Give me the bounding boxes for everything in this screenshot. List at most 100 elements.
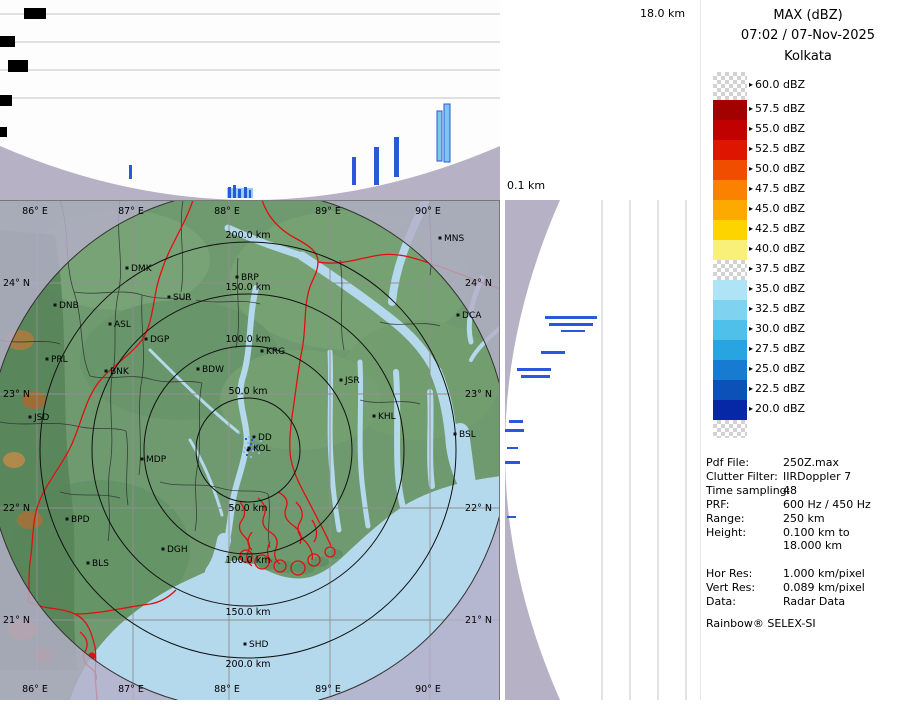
legend-label-60.0-dBZ: ▸60.0 dBZ [749,78,805,91]
height-axis-max-label: 18.0 km [640,7,685,20]
legend-arrow-icon: ▸ [749,204,753,213]
city-label-BSL: BSL [459,430,476,440]
range-ring-label: 150.0 km [226,607,271,618]
info-row-label: Range: [706,512,745,525]
longitude-label: 89° E [315,206,341,217]
legend-arrow-icon: ▸ [749,284,753,293]
legend-color-25.0-dBZ [713,360,747,380]
software-brand: Rainbow® SELEX-SI [706,617,816,630]
city-marker-BLS [87,562,90,565]
station-name: Kolkata [715,49,901,64]
city-marker-DNB [54,304,57,307]
product-title: MAX (dBZ) [715,8,901,23]
legend-arrow-icon: ▸ [749,364,753,373]
legend-arrow-icon: ▸ [749,404,753,413]
city-marker-ASL [109,323,112,326]
legend-color-22.5-dBZ [713,380,747,400]
legend-color-47.5-dBZ [713,180,747,200]
legend-arrow-icon: ▸ [749,144,753,153]
legend-arrow-icon: ▸ [749,324,753,333]
city-label-BNK: BNK [110,367,130,377]
city-marker-DGH [162,548,165,551]
info-row-label: Hor Res: [706,567,752,580]
legend-label-27.5-dBZ: ▸27.5 dBZ [749,342,805,355]
legend-color-32.5-dBZ [713,300,747,320]
city-marker-JSD [29,416,32,419]
legend-label-47.5-dBZ: ▸47.5 dBZ [749,182,805,195]
latitude-label: 21° N [3,615,30,626]
legend-label-20.0-dBZ: ▸20.0 dBZ [749,402,805,415]
city-marker-DGP [145,338,148,341]
legend-label-50.0-dBZ: ▸50.0 dBZ [749,162,805,175]
legend-color-30.0-dBZ [713,320,747,340]
city-marker-DMK [126,267,129,270]
info-row-label: PRF: [706,498,729,511]
legend-label-45.0-dBZ: ▸45.0 dBZ [749,202,805,215]
city-label-DGP: DGP [150,335,170,345]
info-row-value: IIRDoppler 7 [783,470,851,483]
legend-label-52.5-dBZ: ▸52.5 dBZ [749,142,805,155]
city-marker-BDW [197,368,200,371]
latitude-label: 21° N [465,615,492,626]
product-datetime: 07:02 / 07-Nov-2025 [715,28,901,43]
city-label-SHD: SHD [249,640,268,650]
latitude-label: 23° N [3,389,30,400]
map-canvas: DMKBRPSURDNBASLDGPKRGPRLBNKBDWJSRJSDKHLD… [0,200,500,700]
longitude-label: 86° E [22,684,48,695]
city-label-BDW: BDW [202,365,224,375]
legend-arrow-icon: ▸ [749,244,753,253]
city-marker-BSL [454,433,457,436]
legend-label-57.5-dBZ: ▸57.5 dBZ [749,102,805,115]
city-marker-KRG [261,350,264,353]
city-label-JSD: JSD [33,413,49,423]
legend-panel: MAX (dBZ) 07:02 / 07-Nov-2025 Kolkata ▸6… [700,0,906,700]
city-label-BLS: BLS [92,559,109,569]
side-profile-canvas [505,200,700,700]
range-ring-label: 100.0 km [226,555,271,566]
info-row-value: 0.100 km to [783,526,850,539]
legend-label-55.0-dBZ: ▸55.0 dBZ [749,122,805,135]
longitude-label: 90° E [415,206,441,217]
info-row-label: Time sampling: [706,484,790,497]
info-row-value: 48 [783,484,797,497]
legend-label-25.0-dBZ: ▸25.0 dBZ [749,362,805,375]
legend-label-35.0-dBZ: ▸35.0 dBZ [749,282,805,295]
info-row-value: 250 km [783,512,825,525]
city-marker-SUR [168,296,171,299]
city-marker-PRL [46,358,49,361]
legend-color-57.5-dBZ [713,100,747,120]
city-label-SUR: SUR [173,293,192,303]
legend-color-below-min [713,420,747,438]
info-row-value: 250Z.max [783,456,839,469]
info-row-label: Vert Res: [706,581,755,594]
longitude-label: 87° E [118,684,144,695]
city-label-MNS: MNS [444,234,464,244]
legend-arrow-icon: ▸ [749,304,753,313]
legend-arrow-icon: ▸ [749,224,753,233]
info-row-value: 0.089 km/pixel [783,581,865,594]
city-marker-SHD [244,643,247,646]
legend-label-30.0-dBZ: ▸30.0 dBZ [749,322,805,335]
legend-label-42.5-dBZ: ▸42.5 dBZ [749,222,805,235]
top-profile-canvas [0,0,500,200]
legend-color-60.0-dBZ [713,72,747,100]
info-row-value: 600 Hz / 450 Hz [783,498,871,511]
city-marker-JSR [340,379,343,382]
longitude-label: 88° E [214,684,240,695]
legend-color-27.5-dBZ [713,340,747,360]
info-row-value: Radar Data [783,595,845,608]
longitude-label: 89° E [315,684,341,695]
legend-color-52.5-dBZ [713,140,747,160]
latitude-label: 22° N [465,503,492,514]
legend-color-50.0-dBZ [713,160,747,180]
city-label-BPD: BPD [71,515,90,525]
legend-color-40.0-dBZ [713,240,747,260]
legend-label-32.5-dBZ: ▸32.5 dBZ [749,302,805,315]
legend-arrow-icon: ▸ [749,104,753,113]
side-height-profile [505,200,700,700]
height-axis-min-label: 0.1 km [507,179,545,192]
legend-arrow-icon: ▸ [749,344,753,353]
legend-color-45.0-dBZ [713,200,747,220]
city-label-KRG: KRG [266,347,285,357]
city-marker-DCA [457,314,460,317]
